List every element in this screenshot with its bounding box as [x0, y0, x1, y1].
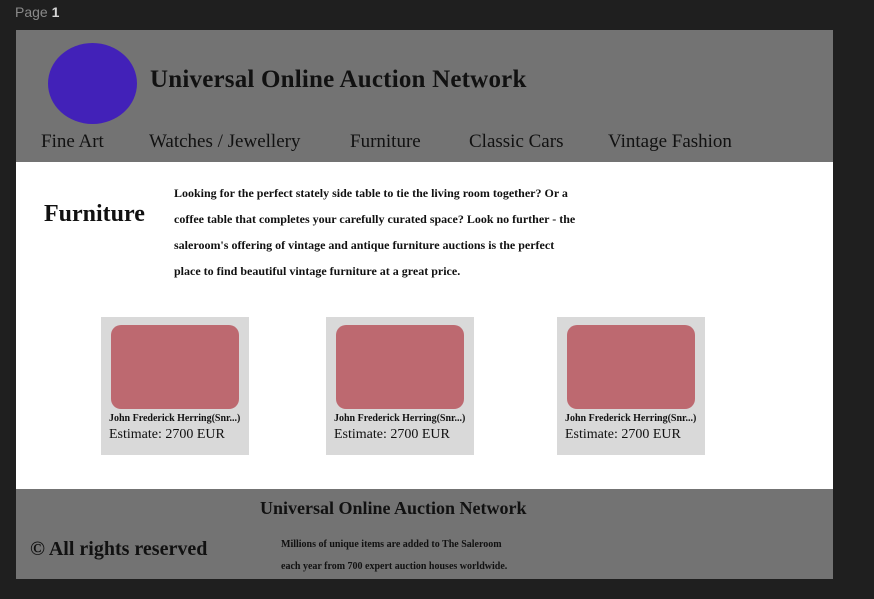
site-title[interactable]: Universal Online Auction Network	[150, 66, 527, 94]
footer-copyright: © All rights reserved	[30, 538, 208, 560]
auction-card[interactable]: John Frederick Herring(Snr...) Estimate:…	[557, 317, 705, 455]
card-estimate: Estimate: 2700 EUR	[109, 427, 225, 442]
category-title: Furniture	[44, 201, 145, 227]
nav-item-classic-cars[interactable]: Classic Cars	[469, 131, 563, 153]
card-image-placeholder[interactable]	[111, 325, 239, 409]
footer-description-line: Millions of unique items are added to Th…	[281, 539, 502, 550]
intro-line: coffee table that completes your careful…	[174, 212, 576, 226]
card-estimate: Estimate: 2700 EUR	[334, 427, 450, 442]
card-image-placeholder[interactable]	[567, 325, 695, 409]
nav-item-furniture[interactable]: Furniture	[350, 131, 421, 153]
footer-title: Universal Online Auction Network	[260, 498, 527, 518]
card-title[interactable]: John Frederick Herring(Snr...)	[109, 413, 240, 424]
nav-item-fine-art[interactable]: Fine Art	[41, 131, 104, 153]
intro-line: place to find beautiful vintage furnitur…	[174, 264, 461, 278]
nav-item-vintage-fashion[interactable]: Vintage Fashion	[608, 131, 732, 153]
logo-circle[interactable]	[48, 43, 137, 124]
auction-card[interactable]: John Frederick Herring(Snr...) Estimate:…	[326, 317, 474, 455]
card-estimate: Estimate: 2700 EUR	[565, 427, 681, 442]
page-label-prefix: Page	[15, 4, 48, 20]
nav-item-watches-jewellery[interactable]: Watches / Jewellery	[149, 131, 300, 153]
site-header: Universal Online Auction Network Fine Ar…	[16, 30, 833, 162]
page-number: 1	[51, 4, 60, 20]
page-frame: Universal Online Auction Network Fine Ar…	[16, 30, 833, 579]
category-intro: Looking for the perfect stately side tab…	[174, 180, 634, 284]
card-title[interactable]: John Frederick Herring(Snr...)	[334, 413, 465, 424]
footer-description: Millions of unique items are added to Th…	[281, 534, 507, 578]
page-label: Page 1	[15, 4, 59, 20]
intro-line: saleroom's offering of vintage and antiq…	[174, 238, 555, 252]
auction-card[interactable]: John Frederick Herring(Snr...) Estimate:…	[101, 317, 249, 455]
intro-line: Looking for the perfect stately side tab…	[174, 186, 568, 200]
footer-description-line: each year from 700 expert auction houses…	[281, 561, 508, 572]
site-footer: Universal Online Auction Network © All r…	[16, 489, 833, 579]
card-image-placeholder[interactable]	[336, 325, 464, 409]
card-title[interactable]: John Frederick Herring(Snr...)	[565, 413, 696, 424]
